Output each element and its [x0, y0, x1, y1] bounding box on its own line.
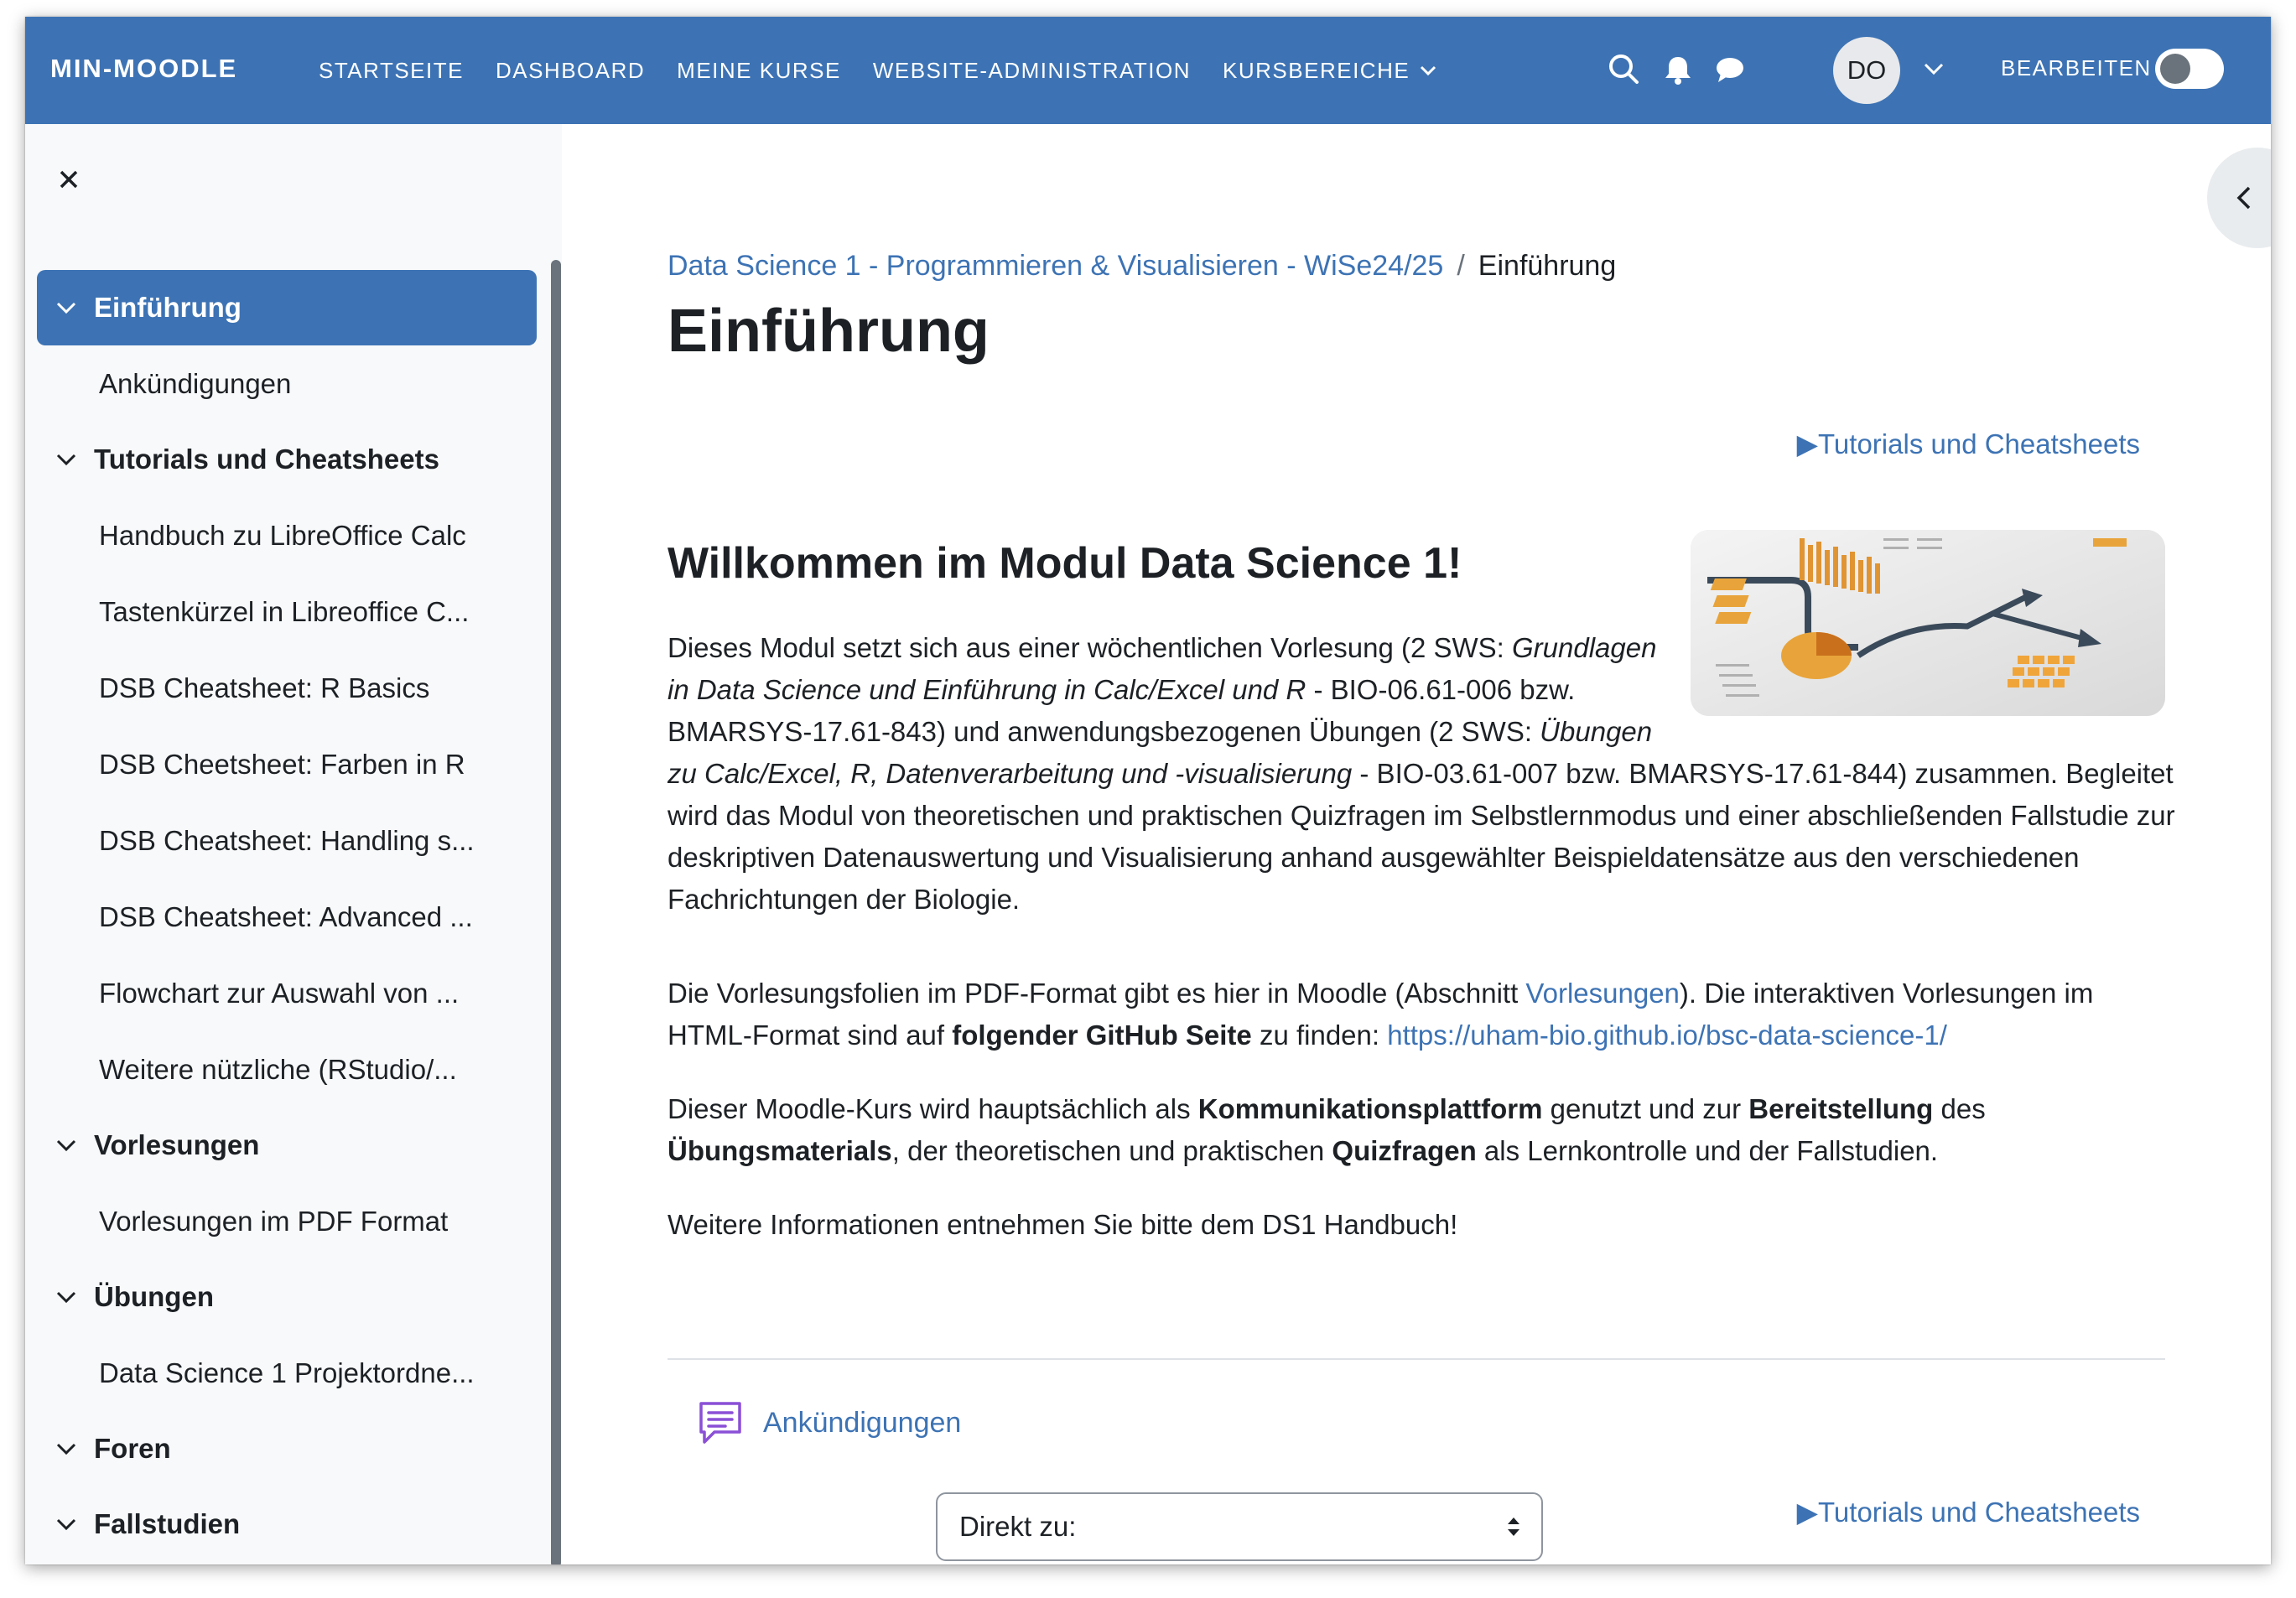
sidebar-section-label: Übungen	[94, 1281, 214, 1312]
sidebar-item[interactable]: DSB Cheatsheet: R Basics	[25, 650, 562, 726]
next-activity-link-bottom[interactable]: ▶Tutorials und Cheatsheets	[1797, 1496, 2140, 1528]
sidebar-section-label: Tutorials und Cheatsheets	[94, 444, 439, 475]
sidebar-item[interactable]: Flowchart zur Auswahl von ...	[25, 955, 562, 1031]
next-activity-link-top[interactable]: ▶Tutorials und Cheatsheets	[1797, 428, 2140, 460]
sidebar-section-vorlesungen[interactable]: Vorlesungen	[37, 1108, 537, 1183]
chevron-down-icon[interactable]	[54, 1436, 79, 1461]
activity-ankuendigungen[interactable]: Ankündigungen	[696, 1398, 961, 1447]
breadcrumb: Data Science 1 - Programmieren & Visuali…	[668, 250, 1616, 283]
nav-website-administration[interactable]: WEBSITE-ADMINISTRATION	[873, 58, 1191, 84]
sidebar-section-tutorials[interactable]: Tutorials und Cheatsheets	[37, 422, 537, 497]
browser-window: MIN-MOODLE STARTSEITE DASHBOARD MEINE KU…	[25, 17, 2271, 1564]
sidebar-section-foren[interactable]: Foren	[37, 1411, 537, 1486]
platform-paragraph: Dieser Moodle-Kurs wird hauptsächlich al…	[668, 1088, 2177, 1172]
site-brand[interactable]: MIN-MOODLE	[50, 54, 237, 84]
nav-dashboard[interactable]: DASHBOARD	[496, 58, 645, 84]
nav-kursbereiche[interactable]: KURSBEREICHE	[1223, 58, 1438, 84]
sidebar-item[interactable]: Tastenkürzel in Libreoffice C...	[25, 573, 562, 650]
intro-text-1: Dieses Modul setzt sich aus einer wöchen…	[668, 632, 1512, 663]
chevron-down-icon[interactable]	[54, 1284, 79, 1310]
messages-icon[interactable]	[1711, 50, 1749, 89]
nav-kursbereiche-label: KURSBEREICHE	[1223, 57, 1410, 83]
lecture-paragraph: Die Vorlesungsfolien im PDF-Format gibt …	[668, 973, 2177, 1056]
intro-paragraph: Dieses Modul setzt sich aus einer wöchen…	[668, 627, 2177, 921]
forum-icon	[699, 1402, 741, 1444]
chevron-down-icon[interactable]	[54, 1133, 79, 1158]
sidebar-section-label: Vorlesungen	[94, 1129, 260, 1160]
user-avatar[interactable]: DO	[1833, 37, 1900, 104]
chevron-down-icon[interactable]	[54, 295, 79, 320]
lecture-text-1: Die Vorlesungsfolien im PDF-Format gibt …	[668, 978, 1526, 1009]
sidebar-item[interactable]: DSB Cheatsheet: Advanced ...	[25, 879, 562, 955]
toggle-knob	[2160, 54, 2190, 84]
top-navbar: MIN-MOODLE STARTSEITE DASHBOARD MEINE KU…	[25, 17, 2271, 124]
vorlesungen-link[interactable]: Vorlesungen	[1525, 978, 1679, 1009]
platform-bold-1: Kommunikationsplattform	[1197, 1093, 1543, 1124]
breadcrumb-course-link[interactable]: Data Science 1 - Programmieren & Visuali…	[668, 250, 1443, 282]
course-index-drawer: Einführung Ankündigungen Tutorials und C…	[25, 124, 562, 1564]
chevron-down-icon	[1421, 65, 1436, 76]
sidebar-item[interactable]: Weitere nützliche (RStudio/...	[25, 1031, 562, 1108]
jump-to-select-value: Direkt zu:	[959, 1511, 1077, 1542]
platform-text-5: als Lernkontrolle und der Fallstudien.	[1476, 1135, 1939, 1166]
lecture-bold-1: folgender GitHub Seite	[952, 1020, 1252, 1051]
sidebar-section-uebungen[interactable]: Übungen	[37, 1259, 537, 1335]
platform-text-2: genutzt und zur	[1542, 1093, 1749, 1124]
image-float-spacer	[1670, 627, 2177, 736]
bell-icon[interactable]	[1659, 50, 1697, 89]
nav-meine-kurse[interactable]: MEINE KURSE	[677, 58, 841, 84]
platform-text-3: des	[1933, 1093, 1986, 1124]
search-icon[interactable]	[1605, 50, 1644, 89]
platform-bold-4: Quizfragen	[1332, 1135, 1477, 1166]
sidebar-item[interactable]: Handbuch zu LibreOffice Calc	[25, 497, 562, 573]
sidebar-item[interactable]: Data Science 1 Projektordne...	[25, 1335, 562, 1411]
course-index: Einführung Ankündigungen Tutorials und C…	[25, 270, 562, 1562]
platform-text-1: Dieser Moodle-Kurs wird hauptsächlich al…	[668, 1093, 1198, 1124]
edit-mode-label: BEARBEITEN	[2001, 55, 2152, 80]
breadcrumb-current: Einführung	[1478, 250, 1617, 282]
chevron-left-icon	[2236, 186, 2251, 210]
close-icon[interactable]	[54, 164, 84, 195]
select-arrows-icon	[1508, 1518, 1519, 1536]
sidebar-item-ankuendigungen[interactable]: Ankündigungen	[25, 345, 562, 422]
activity-ankuendigungen-label[interactable]: Ankündigungen	[763, 1407, 961, 1440]
sidebar-section-einfuehrung[interactable]: Einführung	[37, 270, 537, 345]
welcome-heading: Willkommen im Modul Data Science 1!	[668, 539, 1462, 588]
sidebar-item[interactable]: DSB Cheetsheet: Farben in R	[25, 726, 562, 802]
sidebar-section-label: Foren	[94, 1433, 171, 1464]
lecture-text-3: zu finden:	[1251, 1020, 1388, 1051]
nav-startseite[interactable]: STARTSEITE	[319, 58, 464, 84]
chevron-down-icon[interactable]	[54, 447, 79, 472]
section-divider	[668, 1358, 2165, 1360]
chevron-down-icon[interactable]	[54, 1512, 79, 1537]
info-paragraph: Weitere Informationen entnehmen Sie bitt…	[668, 1204, 2177, 1246]
page-title: Einführung	[668, 298, 990, 365]
user-menu-chevron-icon[interactable]	[1920, 55, 1947, 82]
primary-navigation: STARTSEITE DASHBOARD MEINE KURSE WEBSITE…	[319, 17, 1470, 124]
sidebar-section-fallstudien[interactable]: Fallstudien	[37, 1486, 537, 1562]
jump-to-select[interactable]: Direkt zu:	[936, 1492, 1543, 1561]
github-pages-link[interactable]: https://uham-bio.github.io/bsc-data-scie…	[1387, 1020, 1947, 1051]
main-content: Data Science 1 - Programmieren & Visuali…	[562, 124, 2271, 1564]
platform-bold-2: Bereitstellung	[1748, 1093, 1934, 1124]
sidebar-item[interactable]: Vorlesungen im PDF Format	[25, 1183, 562, 1259]
info-text: Weitere Informationen entnehmen Sie bitt…	[668, 1209, 1458, 1240]
platform-bold-3: Übungsmaterials	[668, 1135, 892, 1166]
sidebar-section-label: Einführung	[94, 292, 242, 323]
platform-text-4: , der theoretischen und praktischen	[891, 1135, 1332, 1166]
breadcrumb-separator: /	[1457, 250, 1465, 282]
edit-mode-toggle[interactable]	[2155, 49, 2224, 89]
sidebar-section-label: Fallstudien	[94, 1508, 241, 1539]
sidebar-item[interactable]: DSB Cheatsheet: Handling s...	[25, 802, 562, 879]
